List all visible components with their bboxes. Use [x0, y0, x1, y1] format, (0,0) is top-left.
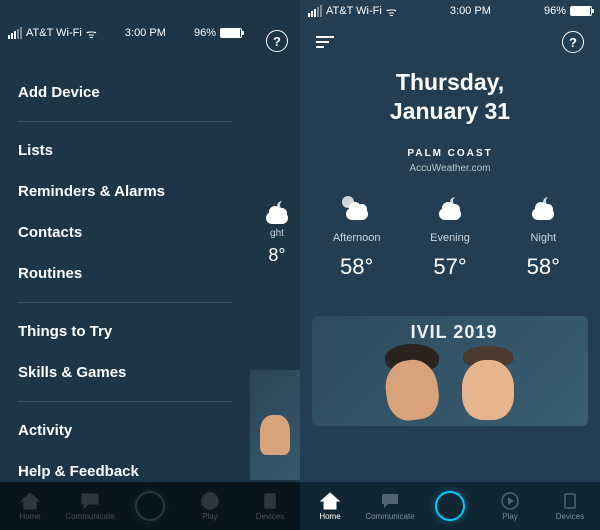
weather-source: AccuWeather.com	[300, 163, 600, 174]
divider	[18, 401, 232, 402]
location-label: PALM COAST	[300, 148, 600, 159]
divider	[18, 302, 232, 303]
cloud-moon-icon	[260, 200, 294, 226]
wifi-icon: ᯤ	[386, 3, 397, 20]
drawer-item-skills-games[interactable]: Skills & Games	[18, 352, 250, 393]
help-icon[interactable]: ?	[562, 31, 584, 53]
carrier-label: AT&T Wi-Fi	[326, 5, 382, 17]
menu-button[interactable]	[316, 36, 334, 48]
help-icon[interactable]: ?	[266, 30, 288, 52]
tab-devices[interactable]: Devices	[240, 492, 300, 521]
drawer-item-lists[interactable]: Lists	[18, 130, 250, 171]
forecast-temp: 58°	[527, 254, 560, 280]
drawer-item-activity[interactable]: Activity	[18, 410, 250, 451]
drawer-item-add-device[interactable]: Add Device	[18, 72, 250, 113]
tab-home[interactable]: Home	[0, 492, 60, 521]
date-line-2: January 31	[300, 97, 600, 126]
tab-home[interactable]: Home	[300, 492, 360, 521]
tab-play[interactable]: Play	[480, 492, 540, 521]
forecast-label: Evening	[430, 232, 470, 244]
status-bar: AT&T Wi-Fi ᯤ 3:00 PM 96%	[0, 22, 250, 44]
tab-label: Devices	[556, 512, 584, 521]
tab-devices[interactable]: Devices	[540, 492, 600, 521]
tab-label: Home	[19, 512, 40, 521]
clock: 3:00 PM	[125, 27, 166, 39]
tab-label: Communicate	[365, 512, 414, 521]
help-glyph: ?	[273, 34, 281, 49]
peek-content-card	[250, 370, 300, 480]
alexa-icon	[435, 491, 465, 521]
tab-communicate[interactable]: Communicate	[360, 492, 420, 521]
peek-weather: ght 8°	[260, 200, 294, 266]
forecast-row: Afternoon 58° Evening 57° Night 58°	[300, 196, 600, 280]
divider	[18, 121, 232, 122]
battery-icon	[570, 6, 592, 16]
tab-label: Play	[502, 512, 518, 521]
carrier-label: AT&T Wi-Fi	[26, 27, 82, 39]
forecast-afternoon[interactable]: Afternoon 58°	[310, 196, 403, 280]
battery-icon	[220, 28, 242, 38]
tab-label: Home	[319, 512, 340, 521]
signal-icon	[308, 5, 322, 17]
play-icon	[200, 492, 220, 510]
battery-pct: 96%	[544, 5, 566, 17]
peek-label: ght	[260, 228, 294, 239]
wifi-icon: ᯤ	[86, 25, 97, 42]
chat-icon	[380, 492, 400, 510]
home-icon	[320, 492, 340, 510]
help-glyph: ?	[569, 35, 577, 50]
chat-icon	[80, 492, 100, 510]
cloud-moon-icon	[526, 196, 560, 222]
tab-play[interactable]: Play	[180, 492, 240, 521]
alexa-icon	[135, 491, 165, 521]
forecast-label: Afternoon	[333, 232, 381, 244]
forecast-evening[interactable]: Evening 57°	[403, 196, 496, 280]
cloud-moon-icon	[433, 196, 467, 222]
drawer-item-routines[interactable]: Routines	[18, 253, 250, 294]
signal-icon	[8, 27, 22, 39]
tab-label: Devices	[256, 512, 284, 521]
status-bar: AT&T Wi-Fi ᯤ 3:00 PM 96%	[300, 0, 600, 22]
drawer-item-reminders[interactable]: Reminders & Alarms	[18, 171, 250, 212]
bottom-tab-bar: Home Communicate Play Devices	[0, 482, 300, 530]
bottom-tab-bar: Home Communicate Play Devices	[300, 482, 600, 530]
home-icon	[20, 492, 40, 510]
tab-label: Play	[202, 512, 218, 521]
app-bar: ?	[300, 22, 600, 62]
tab-communicate[interactable]: Communicate	[60, 492, 120, 521]
play-icon	[500, 492, 520, 510]
home-screen: Thursday, January 31 PALM COAST AccuWeat…	[300, 62, 600, 426]
forecast-temp: 57°	[433, 254, 466, 280]
drawer-item-contacts[interactable]: Contacts	[18, 212, 250, 253]
nav-drawer: AT&T Wi-Fi ᯤ 3:00 PM 96% Add Device List…	[0, 0, 250, 530]
card-banner-text: IVIL 2019	[312, 322, 588, 343]
content-card[interactable]: IVIL 2019	[312, 316, 588, 426]
cloud-sun-icon	[340, 196, 374, 222]
drawer-item-things-to-try[interactable]: Things to Try	[18, 311, 250, 352]
date-title: Thursday, January 31	[300, 68, 600, 126]
forecast-night[interactable]: Night 58°	[497, 196, 590, 280]
card-image	[312, 346, 588, 426]
devices-icon	[260, 492, 280, 510]
forecast-label: Night	[530, 232, 556, 244]
tab-alexa[interactable]	[420, 491, 480, 521]
tab-label: Communicate	[65, 512, 114, 521]
date-line-1: Thursday,	[300, 68, 600, 97]
peek-temp: 8°	[260, 245, 294, 266]
forecast-temp: 58°	[340, 254, 373, 280]
phone-left: ? ght 8° AT&T Wi-Fi ᯤ 3:00 PM 96% Add De…	[0, 0, 300, 530]
tab-alexa[interactable]	[120, 491, 180, 521]
phone-right: AT&T Wi-Fi ᯤ 3:00 PM 96% ? Thursday, Jan…	[300, 0, 600, 530]
battery-pct: 96%	[194, 27, 216, 39]
clock: 3:00 PM	[450, 5, 491, 17]
devices-icon	[560, 492, 580, 510]
